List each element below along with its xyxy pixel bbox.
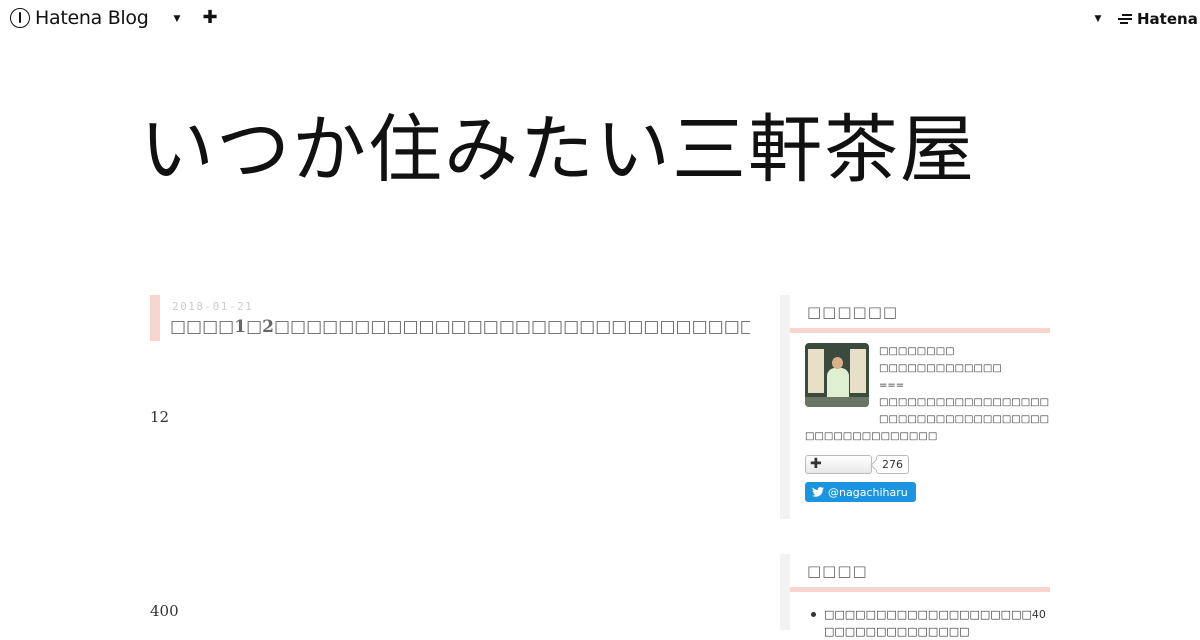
- recent-entries-list: □□□□□□□□□□□□□□□□□□□□40□□□□□□□□□□□□□□: [808, 606, 1048, 640]
- blog-title[interactable]: いつか住みたい三軒茶屋: [140, 90, 1060, 210]
- heading-underline: [790, 587, 1050, 592]
- recent-entries-heading: □□□□: [807, 562, 868, 580]
- entry-date[interactable]: 2018-01-21: [172, 300, 253, 313]
- follow-button[interactable]: ✚: [805, 455, 872, 474]
- blog-menu-dropdown-icon[interactable]: ▼: [171, 13, 183, 25]
- recent-entry-link[interactable]: □□□□□□□□□□□□□□□□□□□□40□□□□□□□□□□□□□□: [808, 606, 1048, 640]
- heading-underline: [790, 328, 1050, 333]
- hatena-logo-text: Hatena: [1137, 10, 1198, 28]
- blog-header: いつか住みたい三軒茶屋: [140, 90, 1060, 230]
- add-icon[interactable]: ✚: [202, 8, 218, 28]
- entry-body-text: 12: [150, 408, 170, 426]
- plus-icon: ✚: [810, 456, 822, 472]
- follower-count[interactable]: 276: [876, 455, 909, 474]
- profile-separator: ===: [879, 380, 905, 391]
- twitter-handle: @nagachiharu: [828, 485, 908, 499]
- entry-title[interactable]: □□□□1□2□□□□□□□□□□□□□□□□□□□□□□□□□□□□□□□□□: [170, 315, 750, 339]
- profile-heading: □□□□□□: [807, 303, 899, 321]
- module-stripe: [780, 554, 790, 630]
- hatena-logo-icon: [10, 8, 30, 28]
- profile-description: □□□□□□□□□□□□□□: [805, 431, 938, 442]
- profile-id[interactable]: □□□□□□□□□□□□□: [879, 363, 1002, 374]
- hatena-bird-icon: [1118, 13, 1134, 25]
- global-header: Hatena Blog ▼ ✚ ▼ Hatena: [0, 0, 1200, 38]
- hatena-blog-logo[interactable]: Hatena Blog: [10, 7, 149, 29]
- profile-description: □□□□□□□□□□□□□□□□□□□□□□□□□□□: [879, 414, 1049, 425]
- profile-description: □□□□□□□□□□□□□□□□□□□□□□□□□□□: [879, 397, 1049, 408]
- profile-name[interactable]: □□□□□□□□: [879, 346, 955, 357]
- profile-module: □□□□□□ □□□□□□□□ □□□□□□□□□□□□□ === □□□□□□…: [780, 295, 1050, 519]
- hatena-blog-logo-text: Hatena Blog: [35, 7, 149, 29]
- module-stripe: [780, 295, 790, 519]
- entry-body-text: 400: [150, 602, 179, 620]
- twitter-follow-button[interactable]: @nagachiharu: [805, 482, 916, 502]
- entry-accent-bar: [150, 295, 160, 341]
- recent-entries-module: □□□□ □□□□□□□□□□□□□□□□□□□□40□□□□□□□□□□□□□…: [780, 554, 1050, 638]
- hatena-logo-link[interactable]: Hatena: [1118, 9, 1198, 29]
- twitter-bird-icon: [812, 487, 824, 497]
- avatar[interactable]: [805, 343, 869, 407]
- entry: 2018-01-21 □□□□1□2□□□□□□□□□□□□□□□□□□□□□□…: [150, 295, 750, 630]
- user-menu-dropdown-icon[interactable]: ▼: [1092, 13, 1104, 25]
